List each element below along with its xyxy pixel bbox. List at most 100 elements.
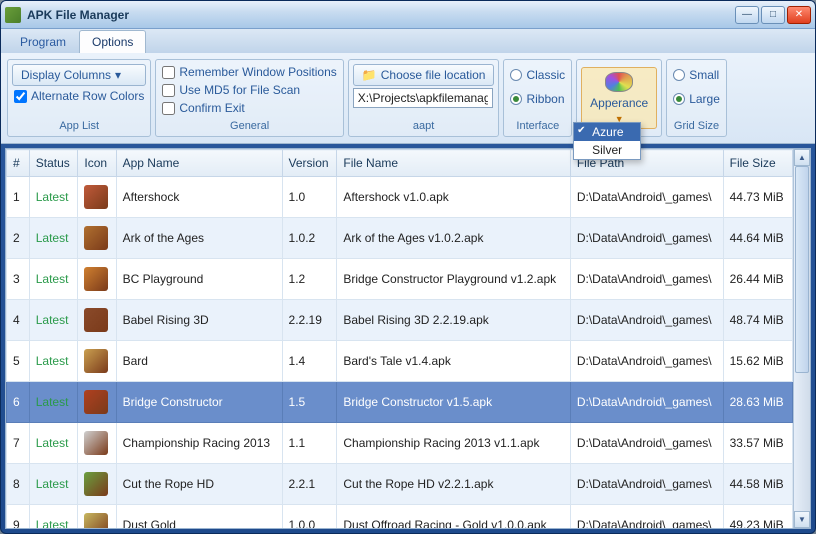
- cell-filesize: 44.58 MiB: [723, 464, 792, 505]
- cell-status: Latest: [29, 300, 78, 341]
- cell-icon: [78, 341, 116, 382]
- cell-filesize: 48.74 MiB: [723, 300, 792, 341]
- ribbon-title-general: General: [160, 116, 338, 132]
- interface-ribbon-radio[interactable]: Ribbon: [508, 88, 567, 110]
- table-row[interactable]: 3LatestBC Playground1.2Bridge Constructo…: [7, 259, 793, 300]
- gridsize-large-radio[interactable]: Large: [671, 88, 722, 110]
- col-header-version[interactable]: Version: [282, 150, 337, 177]
- cell-filesize: 28.63 MiB: [723, 382, 792, 423]
- app-icon: [5, 7, 21, 23]
- cell-num: 5: [7, 341, 30, 382]
- table-row[interactable]: 6LatestBridge Constructor1.5Bridge Const…: [7, 382, 793, 423]
- use-md5-input[interactable]: [162, 84, 175, 97]
- cell-num: 1: [7, 177, 30, 218]
- radio-icon: [673, 93, 685, 105]
- appearance-button[interactable]: Apperance ▼: [581, 67, 657, 129]
- cell-filename: Bard's Tale v1.4.apk: [337, 341, 570, 382]
- cell-status: Latest: [29, 382, 78, 423]
- alternate-row-colors-input[interactable]: [14, 90, 27, 103]
- apk-table: # Status Icon App Name Version File Name…: [6, 149, 793, 528]
- remember-positions-checkbox[interactable]: Remember Window Positions: [160, 64, 338, 80]
- scroll-up-button[interactable]: ▲: [794, 149, 810, 166]
- ribbon-group-applist: Display Columns ▾ Alternate Row Colors A…: [7, 59, 151, 137]
- col-header-filesize[interactable]: File Size: [723, 150, 792, 177]
- cell-appname: Ark of the Ages: [116, 218, 282, 259]
- cell-icon: [78, 259, 116, 300]
- table-row[interactable]: 7LatestChampionship Racing 20131.1Champi…: [7, 423, 793, 464]
- cell-version: 1.2: [282, 259, 337, 300]
- cell-filename: Bridge Constructor Playground v1.2.apk: [337, 259, 570, 300]
- tab-program[interactable]: Program: [7, 30, 79, 53]
- tab-options[interactable]: Options: [79, 30, 146, 53]
- cell-num: 9: [7, 505, 30, 529]
- table-row[interactable]: 5LatestBard1.4Bard's Tale v1.4.apkD:\Dat…: [7, 341, 793, 382]
- alternate-row-colors-checkbox[interactable]: Alternate Row Colors: [12, 88, 146, 104]
- cell-icon: [78, 300, 116, 341]
- cell-filesize: 26.44 MiB: [723, 259, 792, 300]
- table-row[interactable]: 1LatestAftershock1.0Aftershock v1.0.apkD…: [7, 177, 793, 218]
- ribbon-group-general: Remember Window Positions Use MD5 for Fi…: [155, 59, 343, 137]
- ribbon-title-interface: Interface: [508, 116, 567, 132]
- cell-icon: [78, 423, 116, 464]
- close-button[interactable]: ✕: [787, 6, 811, 24]
- cell-num: 7: [7, 423, 30, 464]
- confirm-exit-checkbox[interactable]: Confirm Exit: [160, 100, 338, 116]
- vertical-scrollbar[interactable]: ▲ ▼: [793, 149, 810, 528]
- cell-filepath: D:\Data\Android\_games\: [570, 423, 723, 464]
- cell-appname: Aftershock: [116, 177, 282, 218]
- ribbon-group-aapt: 📁 Choose file location aapt: [348, 59, 500, 137]
- ribbon-group-appearance: Apperance ▼ ✔ Azure Silver: [576, 59, 662, 137]
- choose-file-location-button[interactable]: 📁 Choose file location: [353, 64, 495, 86]
- aapt-path-input[interactable]: [353, 88, 493, 108]
- scroll-track[interactable]: [794, 166, 810, 511]
- minimize-button[interactable]: —: [735, 6, 759, 24]
- appearance-option-azure[interactable]: ✔ Azure: [574, 123, 640, 141]
- table-row[interactable]: 8LatestCut the Rope HD2.2.1Cut the Rope …: [7, 464, 793, 505]
- maximize-button[interactable]: □: [761, 6, 785, 24]
- table-row[interactable]: 4LatestBabel Rising 3D2.2.19Babel Rising…: [7, 300, 793, 341]
- cell-filename: Cut the Rope HD v2.2.1.apk: [337, 464, 570, 505]
- cell-filesize: 44.73 MiB: [723, 177, 792, 218]
- scroll-down-button[interactable]: ▼: [794, 511, 810, 528]
- folder-icon: 📁: [362, 68, 377, 82]
- appearance-option-silver[interactable]: Silver: [574, 141, 640, 159]
- cell-icon: [78, 464, 116, 505]
- cell-filesize: 44.64 MiB: [723, 218, 792, 259]
- cell-filepath: D:\Data\Android\_games\: [570, 382, 723, 423]
- cell-version: 1.0.2: [282, 218, 337, 259]
- cell-appname: Bridge Constructor: [116, 382, 282, 423]
- col-header-num[interactable]: #: [7, 150, 30, 177]
- cell-num: 4: [7, 300, 30, 341]
- col-header-appname[interactable]: App Name: [116, 150, 282, 177]
- app-window: APK File Manager — □ ✕ Program Options D…: [0, 0, 816, 534]
- ribbon-title-applist: App List: [12, 116, 146, 132]
- check-icon: ✔: [577, 125, 585, 136]
- cell-version: 2.2.1: [282, 464, 337, 505]
- use-md5-checkbox[interactable]: Use MD5 for File Scan: [160, 82, 338, 98]
- gridsize-small-radio[interactable]: Small: [671, 64, 722, 86]
- col-header-filename[interactable]: File Name: [337, 150, 570, 177]
- remember-positions-input[interactable]: [162, 66, 175, 79]
- window-title: APK File Manager: [27, 8, 733, 22]
- cell-filepath: D:\Data\Android\_games\: [570, 259, 723, 300]
- cell-filepath: D:\Data\Android\_games\: [570, 300, 723, 341]
- cell-appname: Championship Racing 2013: [116, 423, 282, 464]
- scroll-thumb[interactable]: [795, 166, 809, 373]
- cell-icon: [78, 177, 116, 218]
- col-header-status[interactable]: Status: [29, 150, 78, 177]
- grid-wrapper: # Status Icon App Name Version File Name…: [6, 149, 793, 528]
- cell-filesize: 33.57 MiB: [723, 423, 792, 464]
- interface-classic-radio[interactable]: Classic: [508, 64, 567, 86]
- table-row[interactable]: 9LatestDust Gold1.0.0Dust Offroad Racing…: [7, 505, 793, 529]
- app-icon: [84, 185, 108, 209]
- display-columns-button[interactable]: Display Columns ▾: [12, 64, 146, 86]
- cell-version: 1.0: [282, 177, 337, 218]
- content-area: # Status Icon App Name Version File Name…: [5, 148, 811, 529]
- confirm-exit-input[interactable]: [162, 102, 175, 115]
- col-header-icon[interactable]: Icon: [78, 150, 116, 177]
- titlebar: APK File Manager — □ ✕: [1, 1, 815, 29]
- cell-version: 1.0.0: [282, 505, 337, 529]
- table-row[interactable]: 2LatestArk of the Ages1.0.2Ark of the Ag…: [7, 218, 793, 259]
- cell-num: 6: [7, 382, 30, 423]
- radio-icon: [510, 69, 522, 81]
